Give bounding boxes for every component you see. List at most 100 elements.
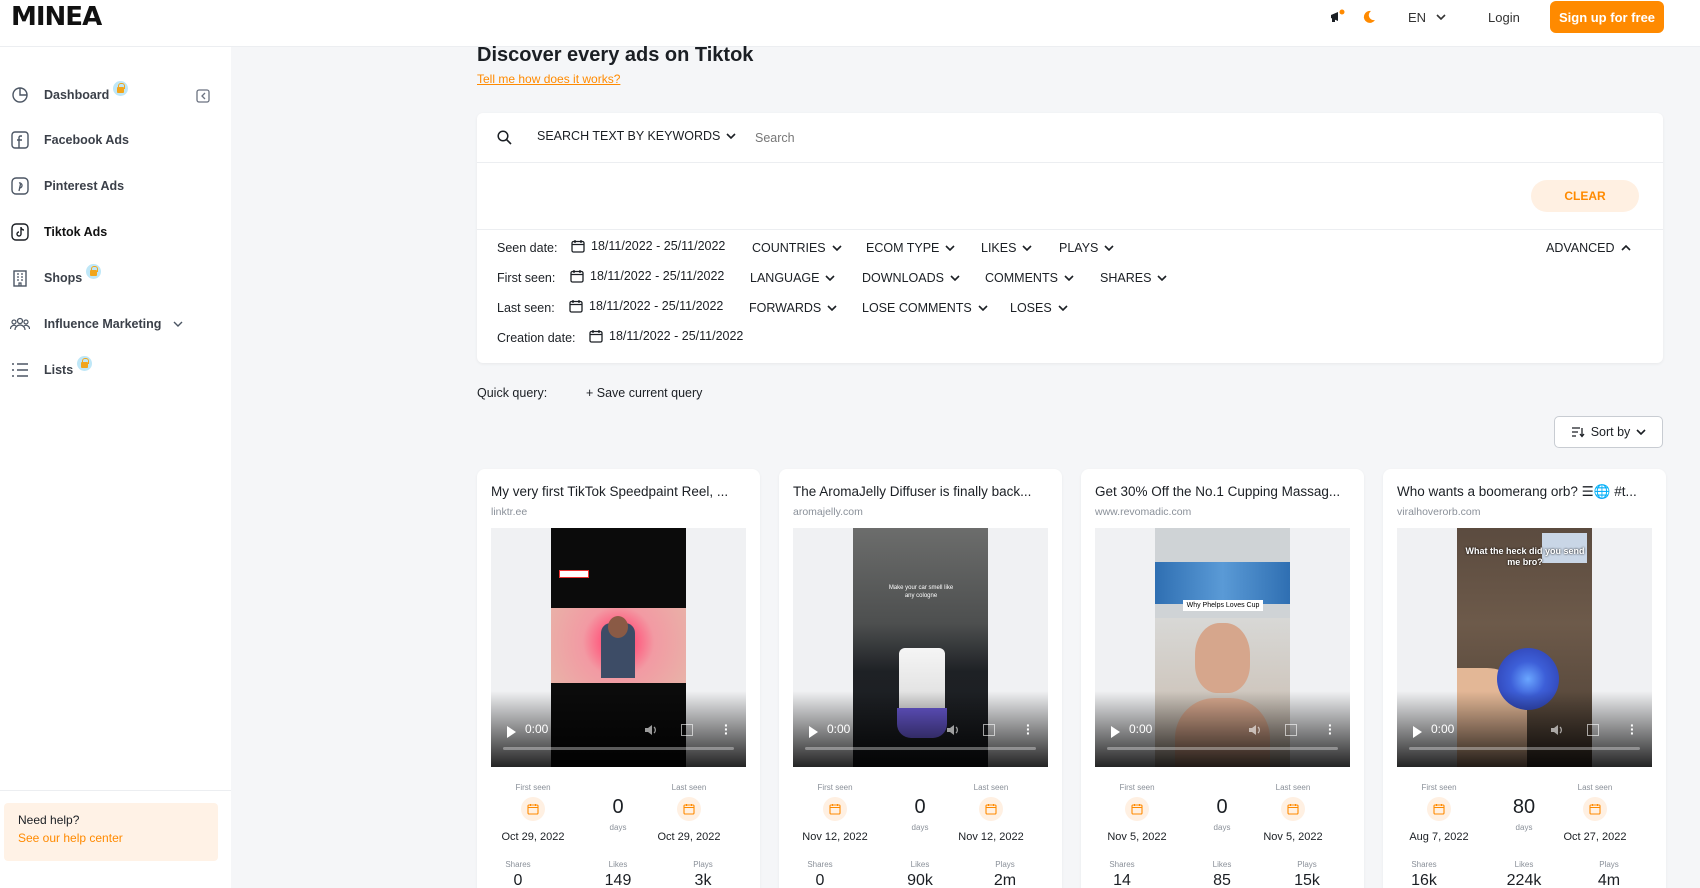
language-dropdown[interactable]: LANGUAGE — [750, 271, 836, 285]
help-center-link[interactable]: See our help center — [18, 831, 204, 845]
search-mode-select[interactable]: SEARCH TEXT BY KEYWORDS — [537, 129, 736, 143]
play-icon[interactable] — [1111, 726, 1120, 738]
last-seen-date: Nov 5, 2022 — [1263, 831, 1323, 843]
more-options-icon[interactable]: · · · — [1026, 718, 1031, 740]
more-options-icon[interactable]: · · · — [1630, 718, 1635, 740]
quick-query-label: Quick query: — [477, 386, 548, 400]
volume-icon[interactable] — [1248, 724, 1262, 736]
first-seen-value: 18/11/2022 - 25/11/2022 — [590, 269, 725, 283]
sidebar-item-lists[interactable]: Lists — [10, 355, 93, 382]
calendar-icon — [570, 270, 584, 283]
sidebar-item-label: Tiktok Ads — [44, 225, 108, 239]
days-label: days — [911, 823, 929, 832]
search-input[interactable] — [755, 123, 1635, 153]
ad-card[interactable]: Who wants a boomerang orb? ☰🌐 #t... viral… — [1383, 469, 1666, 888]
forwards-dropdown[interactable]: FORWARDS — [749, 301, 837, 315]
video-progress-bar[interactable] — [1107, 747, 1338, 750]
shares-count: 0 — [815, 872, 825, 888]
plays-count: 3k — [694, 872, 712, 888]
volume-icon[interactable] — [1550, 724, 1564, 736]
video-player[interactable]: Why Phelps Loves Cup 0:00 · · · — [1095, 528, 1350, 767]
chevron-up-icon — [1620, 245, 1631, 251]
chevron-down-icon — [1436, 14, 1446, 20]
chevron-down-icon — [1104, 245, 1114, 251]
sidebar-item-shops[interactable]: Shops — [10, 263, 102, 290]
language-select[interactable]: EN — [1408, 0, 1446, 34]
likes-label: Likes — [608, 860, 628, 869]
clear-button[interactable]: CLEAR — [1531, 180, 1639, 212]
likes-dropdown[interactable]: LIKES — [981, 241, 1033, 255]
minea-logo[interactable]: MINEA — [11, 2, 102, 32]
volume-icon[interactable] — [644, 724, 658, 736]
sidebar-item-facebook-ads[interactable]: Facebook Ads — [10, 128, 129, 152]
more-options-icon[interactable]: · · · — [724, 718, 729, 740]
downloads-dropdown[interactable]: DOWNLOADS — [862, 271, 960, 285]
sort-by-button[interactable]: Sort by — [1554, 416, 1663, 448]
first-seen-date: Nov 5, 2022 — [1107, 831, 1167, 843]
ecom-type-dropdown[interactable]: ECOM TYPE — [866, 241, 955, 255]
more-options-icon[interactable]: · · · — [1328, 718, 1333, 740]
video-player[interactable]: Make your car smell like any cologne 0:00… — [793, 528, 1048, 767]
ad-title[interactable]: Get 30% Off the No.1 Cupping Massag... — [1095, 484, 1352, 499]
last-seen-label: Last seen — [671, 783, 707, 792]
dropdown-label: LOSE COMMENTS — [862, 301, 972, 315]
fullscreen-icon[interactable] — [1285, 724, 1297, 736]
ad-title[interactable]: Who wants a boomerang orb? ☰🌐 #t... — [1397, 484, 1654, 500]
plays-label: Plays — [1297, 860, 1317, 869]
sidebar-item-influence-marketing[interactable]: Influence Marketing — [10, 312, 183, 336]
fullscreen-icon[interactable] — [681, 724, 693, 736]
ad-card[interactable]: My very first TikTok Speedpaint Reel, ..… — [477, 469, 760, 888]
sidebar: Dashboard Facebook Ads Pinterest Ads Tik… — [0, 47, 231, 888]
ad-card[interactable]: The AromaJelly Diffuser is finally back.… — [779, 469, 1062, 888]
sidebar-item-dashboard[interactable]: Dashboard — [10, 80, 129, 107]
collapse-sidebar-icon[interactable] — [196, 89, 212, 105]
ad-domain[interactable]: www.revomadic.com — [1095, 506, 1191, 518]
plays-dropdown[interactable]: PLAYS — [1059, 241, 1114, 255]
comments-dropdown[interactable]: COMMENTS — [985, 271, 1074, 285]
sidebar-item-pinterest-ads[interactable]: Pinterest Ads — [10, 174, 124, 198]
calendar-icon — [979, 797, 1003, 821]
video-progress-bar[interactable] — [805, 747, 1036, 750]
video-progress-bar[interactable] — [503, 747, 734, 750]
video-player[interactable]: What the heck did you send me bro? 0:00 · ·… — [1397, 528, 1652, 767]
play-icon[interactable] — [809, 726, 818, 738]
shares-dropdown[interactable]: SHARES — [1100, 271, 1167, 285]
ad-domain[interactable]: aromajelly.com — [793, 506, 863, 518]
creation-date-picker[interactable]: 18/11/2022 - 25/11/2022 — [589, 329, 743, 343]
ad-domain[interactable]: linktr.ee — [491, 506, 527, 518]
signup-button[interactable]: Sign up for free — [1550, 1, 1664, 33]
sidebar-item-label: Influence Marketing — [44, 317, 162, 331]
seen-date-picker[interactable]: 18/11/2022 - 25/11/2022 — [571, 239, 725, 253]
volume-icon[interactable] — [946, 724, 960, 736]
how-it-works-link[interactable]: Tell me how does it works? — [477, 72, 620, 86]
last-seen-date-picker[interactable]: 18/11/2022 - 25/11/2022 — [569, 299, 723, 313]
shares-count: 14 — [1113, 872, 1131, 888]
play-icon[interactable] — [1413, 726, 1422, 738]
sidebar-item-label: Lists — [44, 363, 74, 377]
first-seen-date-picker[interactable]: 18/11/2022 - 25/11/2022 — [570, 269, 724, 283]
megaphone-icon[interactable] — [1328, 0, 1346, 34]
ad-card[interactable]: Get 30% Off the No.1 Cupping Massag... ww… — [1081, 469, 1364, 888]
calendar-icon — [823, 797, 847, 821]
dropdown-label: PLAYS — [1059, 241, 1099, 255]
lose-comments-dropdown[interactable]: LOSE COMMENTS — [862, 301, 988, 315]
dark-mode-moon-icon[interactable] — [1361, 0, 1377, 34]
video-player[interactable]: 0:00 · · · — [491, 528, 746, 767]
last-seen-label: Last seen: — [497, 301, 555, 315]
video-progress-bar[interactable] — [1409, 747, 1640, 750]
chevron-down-icon — [827, 305, 837, 311]
login-link[interactable]: Login — [1488, 0, 1520, 34]
ad-title[interactable]: The AromaJelly Diffuser is finally back.… — [793, 484, 1050, 499]
save-query-button[interactable]: + Save current query — [586, 386, 702, 400]
fullscreen-icon[interactable] — [1587, 724, 1599, 736]
shares-label: Shares — [505, 860, 531, 869]
ad-title[interactable]: My very first TikTok Speedpaint Reel, ..… — [491, 484, 748, 499]
sidebar-item-tiktok-ads[interactable]: Tiktok Ads — [10, 220, 107, 244]
countries-dropdown[interactable]: COUNTRIES — [752, 241, 842, 255]
ad-domain[interactable]: viralhoverorb.com — [1397, 506, 1480, 518]
play-icon[interactable] — [507, 726, 516, 738]
seen-date-label: Seen date: — [497, 241, 558, 255]
fullscreen-icon[interactable] — [983, 724, 995, 736]
loses-dropdown[interactable]: LOSES — [1010, 301, 1068, 315]
advanced-toggle[interactable]: ADVANCED — [1546, 241, 1631, 255]
